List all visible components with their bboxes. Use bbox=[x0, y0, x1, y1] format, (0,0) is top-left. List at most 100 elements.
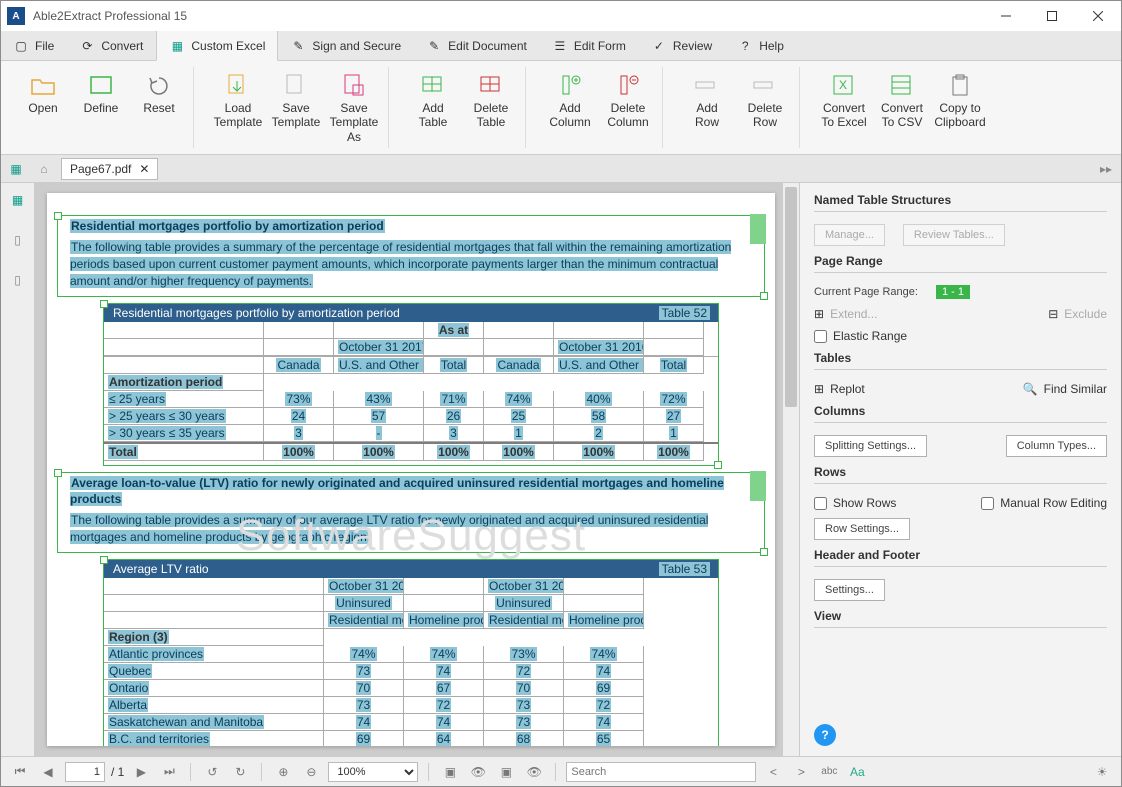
convert-csv-button[interactable]: Convert To CSV bbox=[876, 67, 928, 148]
replot-button[interactable]: ⊞Replot bbox=[814, 382, 865, 396]
paragraph-1: The following table provides a summary o… bbox=[70, 240, 731, 288]
column-types-button[interactable]: Column Types... bbox=[1006, 435, 1107, 457]
svg-text:X: X bbox=[839, 78, 847, 92]
document-viewport[interactable]: Residential mortgages portfolio by amort… bbox=[35, 183, 799, 756]
define-button[interactable]: Define bbox=[75, 67, 127, 148]
section-tables: Tables bbox=[814, 351, 1107, 370]
manual-row-editing-checkbox[interactable]: Manual Row Editing bbox=[981, 496, 1107, 510]
add-table-button[interactable]: Add Table bbox=[407, 67, 459, 148]
section-header-footer: Header and Footer bbox=[814, 548, 1107, 567]
save-template-as-button[interactable]: Save Template As bbox=[328, 67, 380, 148]
rotate-ccw-button[interactable]: ↺ bbox=[201, 761, 223, 783]
menu-help[interactable]: ?Help bbox=[725, 31, 797, 60]
save-template-button[interactable]: Save Template bbox=[270, 67, 322, 148]
open-button[interactable]: Open bbox=[17, 67, 69, 148]
menu-tabs: ▢File ⟳Convert ▦Custom Excel ✎Sign and S… bbox=[1, 31, 1121, 61]
panel-grid-icon[interactable]: ▦ bbox=[5, 158, 27, 180]
close-tab-icon[interactable]: ✕ bbox=[139, 162, 149, 176]
extend-button[interactable]: ⊞Extend... bbox=[814, 307, 877, 321]
load-template-icon bbox=[225, 71, 251, 99]
document-tab[interactable]: Page67.pdf ✕ bbox=[61, 158, 158, 180]
load-template-button[interactable]: Load Template bbox=[212, 67, 264, 148]
view-mode-1[interactable]: ▣ bbox=[439, 761, 461, 783]
define-icon bbox=[88, 71, 114, 99]
menu-edit-document[interactable]: ✎Edit Document bbox=[414, 31, 540, 60]
grid-icon: ▦ bbox=[169, 38, 185, 54]
vertical-scrollbar[interactable] bbox=[783, 183, 799, 756]
delete-column-button[interactable]: Delete Column bbox=[602, 67, 654, 148]
bookmarks-icon[interactable]: ▯ bbox=[7, 229, 29, 251]
delete-row-icon bbox=[752, 71, 778, 99]
add-row-button[interactable]: Add Row bbox=[681, 67, 733, 148]
copy-clipboard-button[interactable]: Copy to Clipboard bbox=[934, 67, 986, 148]
zoom-in-button[interactable]: ⊕ bbox=[272, 761, 294, 783]
add-column-icon bbox=[557, 71, 583, 99]
row-settings-button[interactable]: Row Settings... bbox=[814, 518, 910, 540]
manage-button[interactable]: Manage... bbox=[814, 224, 885, 246]
review-tables-button[interactable]: Review Tables... bbox=[903, 224, 1005, 246]
match-case-button[interactable]: abc bbox=[818, 761, 840, 783]
thumbnails-icon[interactable]: ▦ bbox=[7, 189, 29, 211]
menu-edit-form[interactable]: ☰Edit Form bbox=[540, 31, 639, 60]
form-icon: ☰ bbox=[552, 38, 568, 54]
view-mode-4[interactable]: 👁 bbox=[523, 761, 545, 783]
find-similar-button[interactable]: 🔍Find Similar bbox=[1023, 382, 1107, 396]
delete-table-button[interactable]: Delete Table bbox=[465, 67, 517, 148]
menu-convert[interactable]: ⟳Convert bbox=[67, 31, 156, 60]
ribbon: Open Define Reset Load Template Save Tem… bbox=[1, 61, 1121, 155]
pen-icon: ✎ bbox=[290, 38, 306, 54]
view-mode-2[interactable]: 👁 bbox=[467, 761, 489, 783]
clipboard-icon bbox=[947, 71, 973, 99]
page-number-input[interactable] bbox=[65, 762, 105, 782]
current-range-value: 1 - 1 bbox=[936, 285, 970, 299]
zoom-select[interactable]: 100% bbox=[328, 762, 418, 782]
elastic-range-checkbox[interactable]: Elastic Range bbox=[814, 329, 1107, 343]
next-page-button[interactable]: ▶ bbox=[130, 761, 152, 783]
exclude-button[interactable]: ⊟Exclude bbox=[1048, 307, 1107, 321]
selection-handle[interactable] bbox=[750, 471, 766, 501]
page-total-label: / 1 bbox=[111, 765, 124, 779]
view-mode-3[interactable]: ▣ bbox=[495, 761, 517, 783]
splitting-settings-button[interactable]: Splitting Settings... bbox=[814, 435, 927, 457]
close-button[interactable] bbox=[1075, 1, 1121, 31]
first-page-button[interactable]: ⏮ bbox=[9, 761, 31, 783]
rotate-cw-button[interactable]: ↻ bbox=[229, 761, 251, 783]
home-icon[interactable]: ⌂ bbox=[33, 158, 55, 180]
add-column-button[interactable]: Add Column bbox=[544, 67, 596, 148]
text-size-button[interactable]: Aa bbox=[846, 761, 868, 783]
pin-icon[interactable]: ▸▸ bbox=[1095, 158, 1117, 180]
reset-icon bbox=[146, 71, 172, 99]
table-53: October 31 2017October 31 2016UninsuredU… bbox=[104, 578, 718, 746]
heading-1: Residential mortgages portfolio by amort… bbox=[70, 219, 385, 233]
minimize-button[interactable] bbox=[983, 1, 1029, 31]
menu-file[interactable]: ▢File bbox=[1, 31, 67, 60]
menu-custom-excel[interactable]: ▦Custom Excel bbox=[156, 31, 278, 61]
menu-review[interactable]: ✓Review bbox=[639, 31, 725, 60]
brightness-button[interactable]: ☀ bbox=[1091, 761, 1113, 783]
edit-icon: ✎ bbox=[426, 38, 442, 54]
section-page-range: Page Range bbox=[814, 254, 1107, 273]
section-view: View bbox=[814, 609, 1107, 628]
convert-icon: ⟳ bbox=[79, 38, 95, 54]
extend-icon: ⊞ bbox=[814, 307, 824, 321]
show-rows-checkbox[interactable]: Show Rows bbox=[814, 496, 896, 510]
search-icon: 🔍 bbox=[1023, 382, 1038, 396]
attachments-icon[interactable]: ▯ bbox=[7, 269, 29, 291]
search-input[interactable] bbox=[566, 762, 756, 782]
search-next-button[interactable]: > bbox=[790, 761, 812, 783]
prev-page-button[interactable]: ◀ bbox=[37, 761, 59, 783]
maximize-button[interactable] bbox=[1029, 1, 1075, 31]
menu-sign-secure[interactable]: ✎Sign and Secure bbox=[278, 31, 414, 60]
convert-excel-button[interactable]: XConvert To Excel bbox=[818, 67, 870, 148]
zoom-out-button[interactable]: ⊖ bbox=[300, 761, 322, 783]
reset-button[interactable]: Reset bbox=[133, 67, 185, 148]
delete-row-button[interactable]: Delete Row bbox=[739, 67, 791, 148]
hf-settings-button[interactable]: Settings... bbox=[814, 579, 885, 601]
doc-tab-label: Page67.pdf bbox=[70, 162, 131, 176]
search-prev-button[interactable]: < bbox=[762, 761, 784, 783]
help-bubble-icon[interactable]: ? bbox=[814, 724, 836, 746]
table-52-header: Residential mortgages portfolio by amort… bbox=[104, 304, 718, 322]
last-page-button[interactable]: ⏭ bbox=[158, 761, 180, 783]
selection-handle[interactable] bbox=[750, 214, 766, 244]
folder-icon bbox=[30, 71, 56, 99]
